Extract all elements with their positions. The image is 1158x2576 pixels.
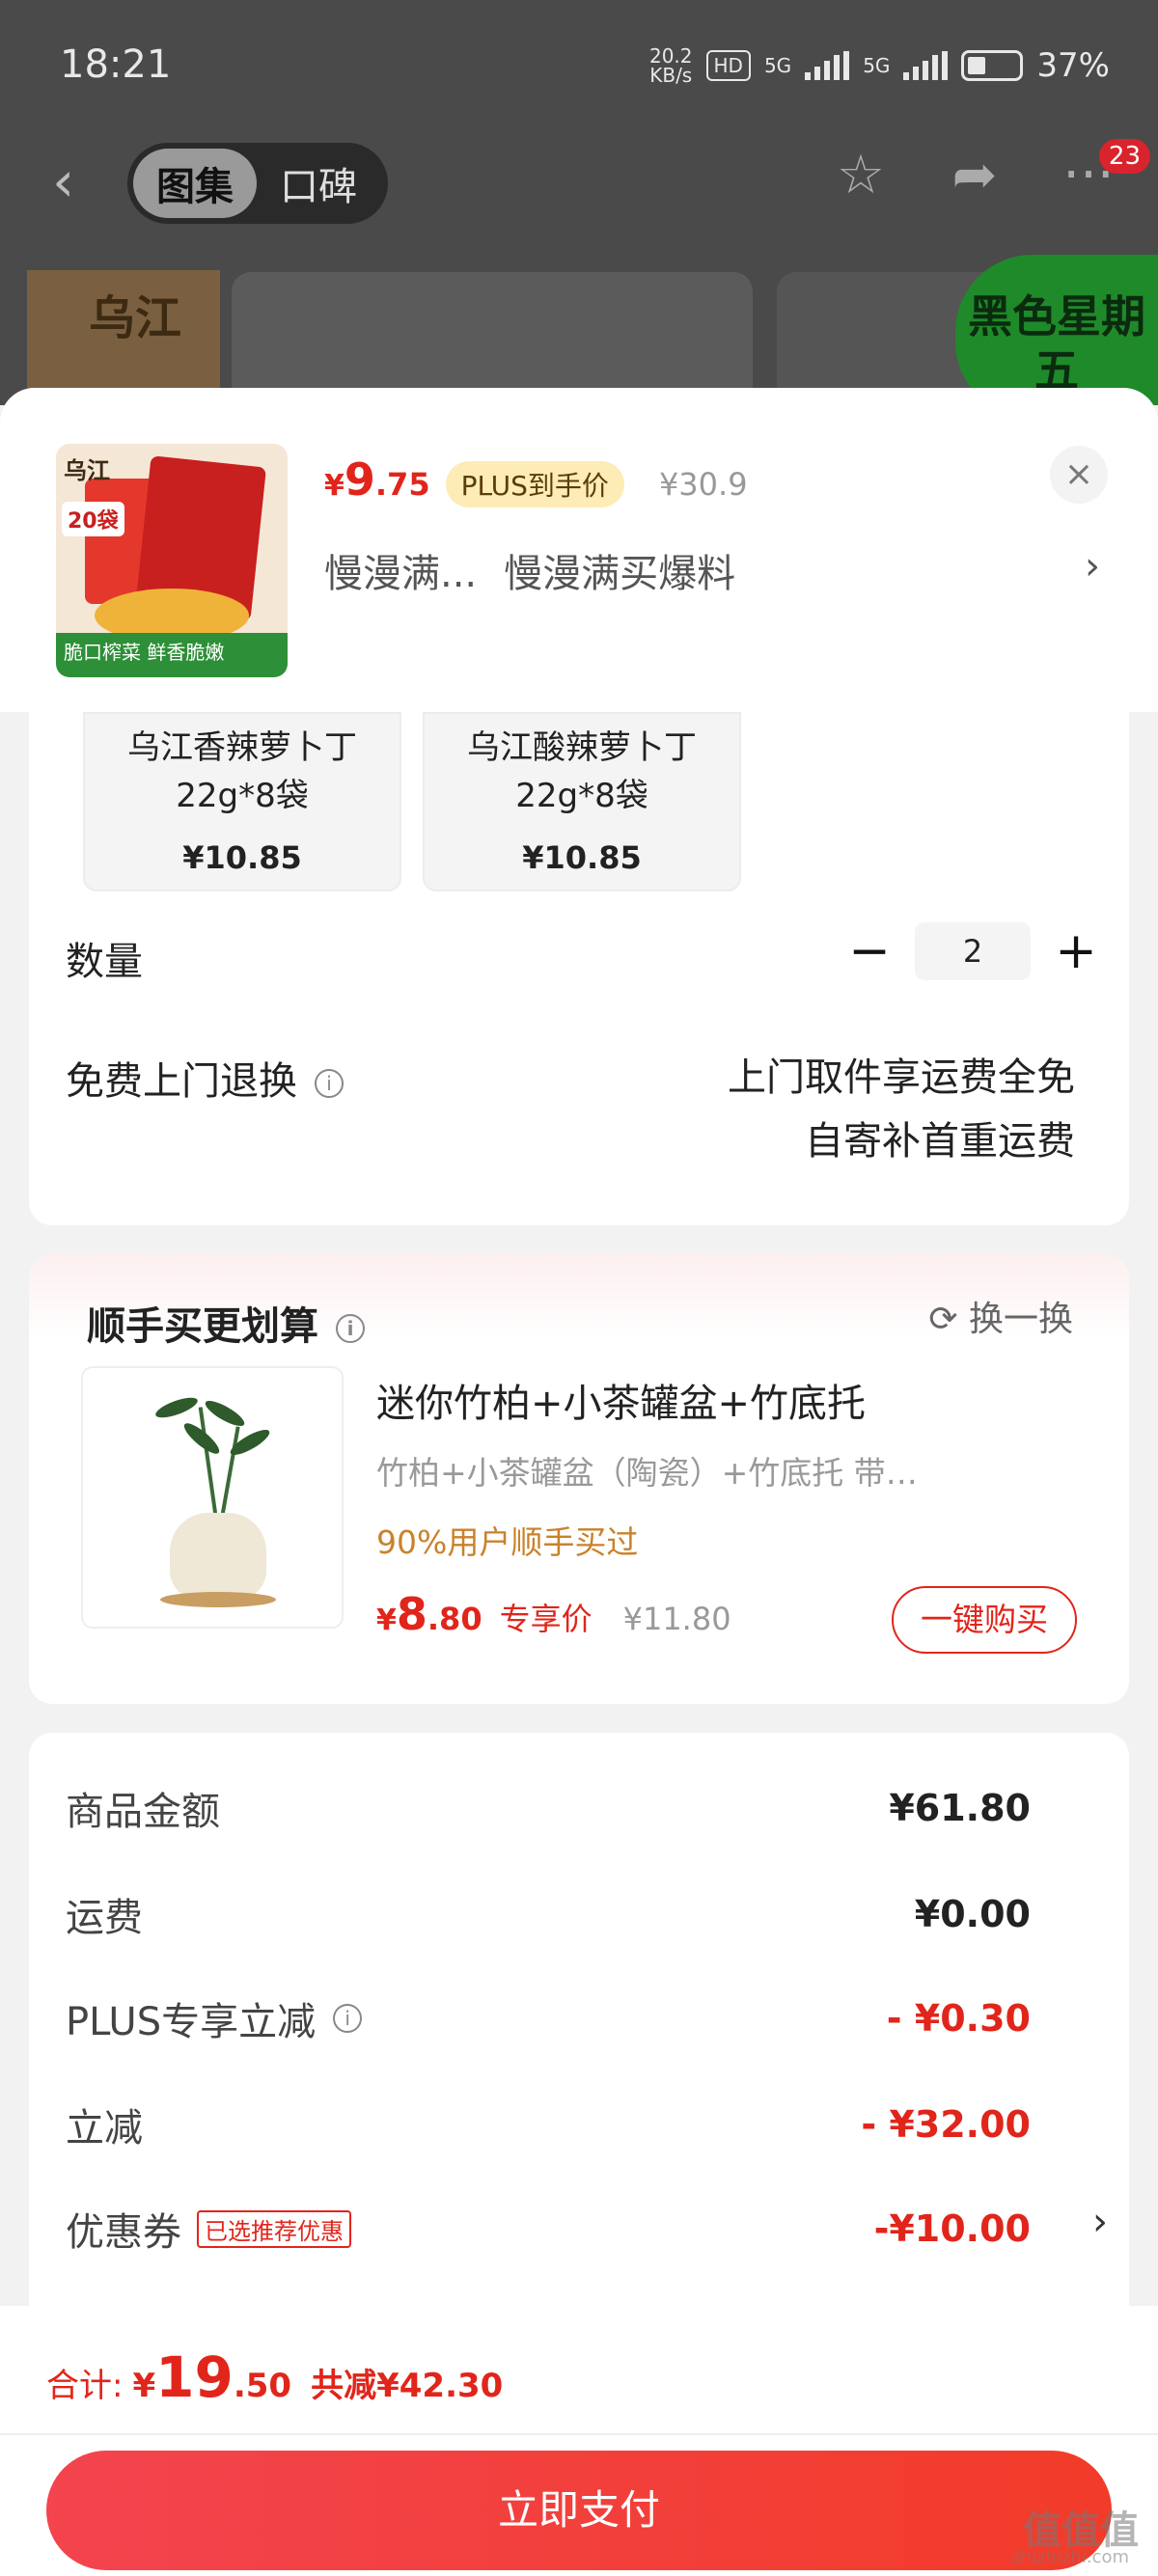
- total-label: 合计:: [46, 2367, 124, 2405]
- info-icon[interactable]: i: [336, 1314, 365, 1343]
- brand-logo: 乌江: [89, 291, 182, 345]
- chevron-right-icon[interactable]: ›: [1085, 544, 1100, 589]
- summary-row: 商品金额 ¥61.80: [66, 1787, 1031, 1834]
- total-discount: 共减¥42.30: [311, 2367, 504, 2405]
- more-badge: 23: [1098, 139, 1150, 174]
- nav-actions: ☆ ➦ ··· 23: [830, 139, 1150, 206]
- close-button[interactable]: ×: [1050, 446, 1108, 504]
- promo-text-1: 慢漫满...: [324, 552, 478, 596]
- gallery-review-toggle: 图集 口碑: [127, 143, 388, 224]
- summary-row: 立减 - ¥32.00: [66, 2103, 1031, 2151]
- info-icon[interactable]: i: [333, 2004, 363, 2033]
- battery-icon: [961, 50, 1024, 81]
- status-indicators: 20.2 KB/s HD 5G 5G 37%: [649, 46, 1110, 85]
- recommend-item-desc: 竹柏+小茶罐盆（陶瓷）+竹底托 带…: [376, 1454, 918, 1492]
- promo-text-2: 慢漫满买爆料: [504, 552, 736, 596]
- recommend-card: 顺手买更划算 i ⟳ 换一换 迷你竹柏+小茶罐盆+竹底托 竹柏+小茶罐盆（陶瓷）+…: [29, 1254, 1129, 1704]
- plus-price: ¥9.75: [324, 453, 430, 506]
- signal-icon: [805, 51, 850, 80]
- thumb-count-tag: 20袋: [62, 502, 124, 536]
- one-click-buy-button[interactable]: 一键购买: [892, 1586, 1077, 1654]
- purchase-sheet: 乌江 20袋 脆口榨菜 鲜香脆嫩 ¥9.75 PLUS到手价 ¥30.9 慢漫满…: [0, 388, 1158, 2576]
- price-summary-card: 商品金额 ¥61.80 运费 ¥0.00 PLUS专享立减 i - ¥0.30 立…: [29, 1733, 1129, 2350]
- total-row: 合计: ¥19.50 共减¥42.30: [46, 2344, 503, 2410]
- pay-now-button[interactable]: 立即支付: [46, 2451, 1112, 2570]
- sim1-label: 5G: [763, 54, 792, 77]
- quantity-input[interactable]: 2: [915, 922, 1031, 980]
- more-dots-icon[interactable]: ··· 23: [1058, 139, 1150, 206]
- recommend-price: ¥8.80: [376, 1588, 482, 1640]
- quantity-label: 数量: [66, 940, 143, 984]
- black-friday-badge: 黑色星期五: [955, 255, 1158, 405]
- price-row: ¥9.75 PLUS到手价 ¥30.9: [324, 453, 748, 507]
- recommend-item-image[interactable]: [81, 1366, 344, 1629]
- sku-list: 乌江香辣萝卜丁 22g*8袋 ¥10.85 乌江酸辣萝卜丁 22g*8袋 ¥10…: [83, 712, 741, 891]
- thumb-strip: 脆口榨菜 鲜香脆嫩: [56, 633, 288, 677]
- sku-price: ¥10.85: [522, 839, 642, 876]
- free-return-label: 免费上门退换 i: [66, 1050, 344, 1106]
- thumb-logo: 乌江: [64, 457, 110, 484]
- coupon-row[interactable]: 优惠券 已选推荐优惠 -¥10.00: [66, 2200, 1079, 2258]
- recommend-title: 顺手买更划算 i: [87, 1295, 365, 1351]
- options-card: 乌江香辣萝卜丁 22g*8袋 ¥10.85 乌江酸辣萝卜丁 22g*8袋 ¥10…: [29, 712, 1129, 1225]
- sku-name: 乌江香辣萝卜丁: [127, 728, 357, 767]
- refresh-icon: ⟳: [928, 1300, 958, 1339]
- coupon-tag: 已选推荐优惠: [197, 2209, 351, 2248]
- tab-gallery[interactable]: 图集: [133, 149, 257, 218]
- summary-row: 运费 ¥0.00: [66, 1893, 1031, 1940]
- plus-price-tag: PLUS到手价: [445, 461, 624, 507]
- share-icon[interactable]: ➦: [944, 145, 1006, 206]
- checkout-bar: 合计: ¥19.50 共减¥42.30 立即支付: [0, 2306, 1158, 2576]
- background-image-brand: 乌江: [27, 270, 220, 405]
- status-time: 18:21: [60, 42, 172, 87]
- total-price: ¥19.50: [132, 2344, 292, 2410]
- promo-row[interactable]: 慢漫满... 慢漫满买爆料: [324, 542, 735, 598]
- recommend-original-price: ¥11.80: [622, 1601, 731, 1637]
- sku-name: 乌江酸辣萝卜丁: [467, 728, 697, 767]
- sku-option[interactable]: 乌江香辣萝卜丁 22g*8袋 ¥10.85: [83, 712, 401, 891]
- swap-button[interactable]: ⟳ 换一换: [928, 1291, 1073, 1341]
- summary-row: PLUS专享立减 i - ¥0.30: [66, 1997, 1031, 2044]
- battery-level: 37%: [1036, 46, 1110, 85]
- back-chevron-icon[interactable]: ‹: [52, 152, 100, 210]
- product-thumbnail: 乌江 20袋 脆口榨菜 鲜香脆嫩: [56, 444, 288, 677]
- tab-reviews[interactable]: 口碑: [257, 149, 380, 218]
- sku-price: ¥10.85: [182, 839, 302, 876]
- chevron-right-icon[interactable]: ›: [1092, 2200, 1108, 2244]
- signal-icon-2: [903, 51, 949, 80]
- hd-icon: HD: [705, 50, 751, 81]
- return-description: 上门取件享运费全免 自寄补首重运费: [728, 1055, 1075, 1164]
- recommend-item-stat: 90%用户顺手买过: [376, 1523, 639, 1561]
- decrease-button[interactable]: −: [845, 922, 894, 980]
- increase-button[interactable]: +: [1052, 922, 1100, 980]
- network-speed: 20.2 KB/s: [648, 44, 693, 87]
- background-image-2: [232, 272, 753, 405]
- info-icon[interactable]: i: [315, 1069, 344, 1098]
- status-bar: 18:21 20.2 KB/s HD 5G 5G 37%: [0, 0, 1158, 135]
- sku-spec: 22g*8袋: [176, 777, 309, 815]
- star-icon[interactable]: ☆: [830, 145, 892, 206]
- original-price: ¥30.9: [658, 466, 748, 503]
- quantity-stepper: − 2 +: [845, 922, 1100, 980]
- recommend-price-row: ¥8.80 专享价 ¥11.80: [376, 1588, 731, 1640]
- sim2-label: 5G: [863, 54, 891, 77]
- exclusive-price-tag: 专享价: [499, 1601, 593, 1637]
- sku-spec: 22g*8袋: [515, 777, 648, 815]
- sheet-header: 乌江 20袋 脆口榨菜 鲜香脆嫩 ¥9.75 PLUS到手价 ¥30.9 慢漫满…: [0, 388, 1158, 712]
- recommend-item-name[interactable]: 迷你竹柏+小茶罐盆+竹底托: [376, 1372, 866, 1428]
- background-product-page: 18:21 20.2 KB/s HD 5G 5G 37% ‹ 图集 口碑 ☆ ➦…: [0, 0, 1158, 405]
- sku-option[interactable]: 乌江酸辣萝卜丁 22g*8袋 ¥10.85: [423, 712, 741, 891]
- watermark-url: zhizhizhi.com: [1011, 2547, 1129, 2567]
- divider: [0, 2433, 1158, 2435]
